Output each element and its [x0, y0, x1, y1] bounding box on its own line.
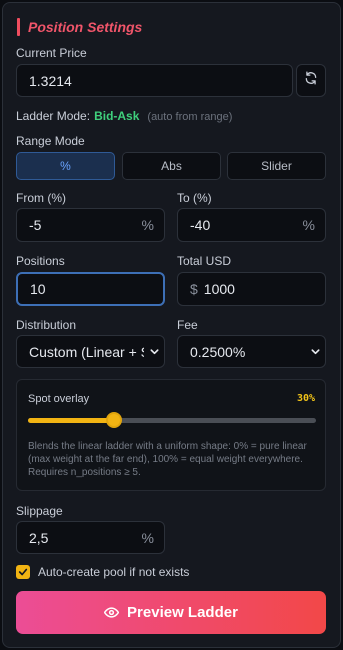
from-label: From (%) — [16, 191, 66, 205]
spot-overlay-slider-thumb[interactable] — [106, 412, 123, 428]
range-mode-slider-button[interactable]: Slider — [227, 152, 326, 180]
to-suffix: % — [302, 217, 315, 233]
fee-select[interactable]: 0.2500% — [177, 335, 326, 368]
panel-header: Position Settings — [17, 18, 142, 36]
ladder-mode-label: Ladder Mode: — [16, 109, 91, 123]
distribution-select[interactable]: Custom (Linear + Spot — [16, 335, 165, 368]
ladder-mode-row: Ladder Mode: Bid-Ask (auto from range) — [16, 109, 232, 123]
slippage-input[interactable]: 2,5 % — [16, 521, 165, 554]
fee-value: 0.2500% — [190, 343, 246, 360]
from-value: -5 — [29, 217, 42, 233]
to-label: To (%) — [177, 191, 212, 205]
range-mode-label: Range Mode — [16, 134, 85, 148]
panel-title: Position Settings — [28, 19, 143, 35]
refresh-price-button[interactable] — [296, 64, 326, 97]
spot-overlay-title: Spot overlay — [28, 393, 90, 405]
preview-ladder-button[interactable]: Preview Ladder — [16, 591, 326, 634]
total-usd-input[interactable]: $ 1000 — [177, 272, 326, 306]
positions-label: Positions — [16, 254, 65, 268]
spot-overlay-description: Blends the linear ladder with a uniform … — [28, 441, 307, 478]
distribution-value: Custom (Linear + Spot — [29, 343, 144, 360]
refresh-icon — [304, 71, 318, 90]
current-price-value: 1.3214 — [29, 72, 72, 89]
total-usd-label: Total USD — [177, 254, 232, 268]
range-mode-percent-button[interactable]: % — [16, 152, 115, 180]
positions-input[interactable]: 10 — [16, 272, 165, 306]
total-usd-value: 1000 — [203, 281, 235, 297]
current-price-input[interactable]: 1.3214 — [16, 64, 293, 97]
spot-overlay-slider-track[interactable] — [28, 418, 316, 423]
title-accent-bar — [17, 18, 20, 36]
chevron-down-icon — [144, 346, 164, 357]
slippage-value: 2,5 — [29, 529, 49, 546]
ladder-mode-value: Bid-Ask — [94, 109, 140, 123]
slippage-suffix: % — [141, 529, 154, 546]
slippage-label: Slippage — [16, 504, 63, 518]
chevron-down-icon — [305, 346, 325, 357]
range-mode-abs-button[interactable]: Abs — [122, 152, 221, 180]
distribution-label: Distribution — [16, 318, 77, 332]
auto-create-checkbox[interactable] — [16, 565, 30, 579]
ladder-mode-hint: (auto from range) — [147, 111, 233, 123]
current-price-label: Current Price — [16, 46, 87, 60]
to-value: -40 — [190, 217, 211, 233]
eye-icon — [104, 605, 120, 620]
from-suffix: % — [141, 217, 154, 233]
auto-create-label: Auto-create pool if not exists — [38, 565, 190, 579]
spot-overlay-percent: 30% — [296, 393, 315, 404]
to-input[interactable]: -40 % — [177, 208, 326, 242]
spot-overlay-slider-fill — [28, 418, 115, 423]
check-icon — [18, 568, 28, 576]
preview-ladder-label: Preview Ladder — [127, 604, 238, 621]
spot-overlay-card: Spot overlay 30% Blends the linear ladde… — [16, 379, 326, 491]
total-usd-prefix: $ — [190, 281, 198, 297]
from-input[interactable]: -5 % — [16, 208, 165, 242]
fee-label: Fee — [177, 318, 198, 332]
auto-create-row[interactable]: Auto-create pool if not exists — [16, 565, 189, 579]
positions-value: 10 — [30, 281, 46, 297]
